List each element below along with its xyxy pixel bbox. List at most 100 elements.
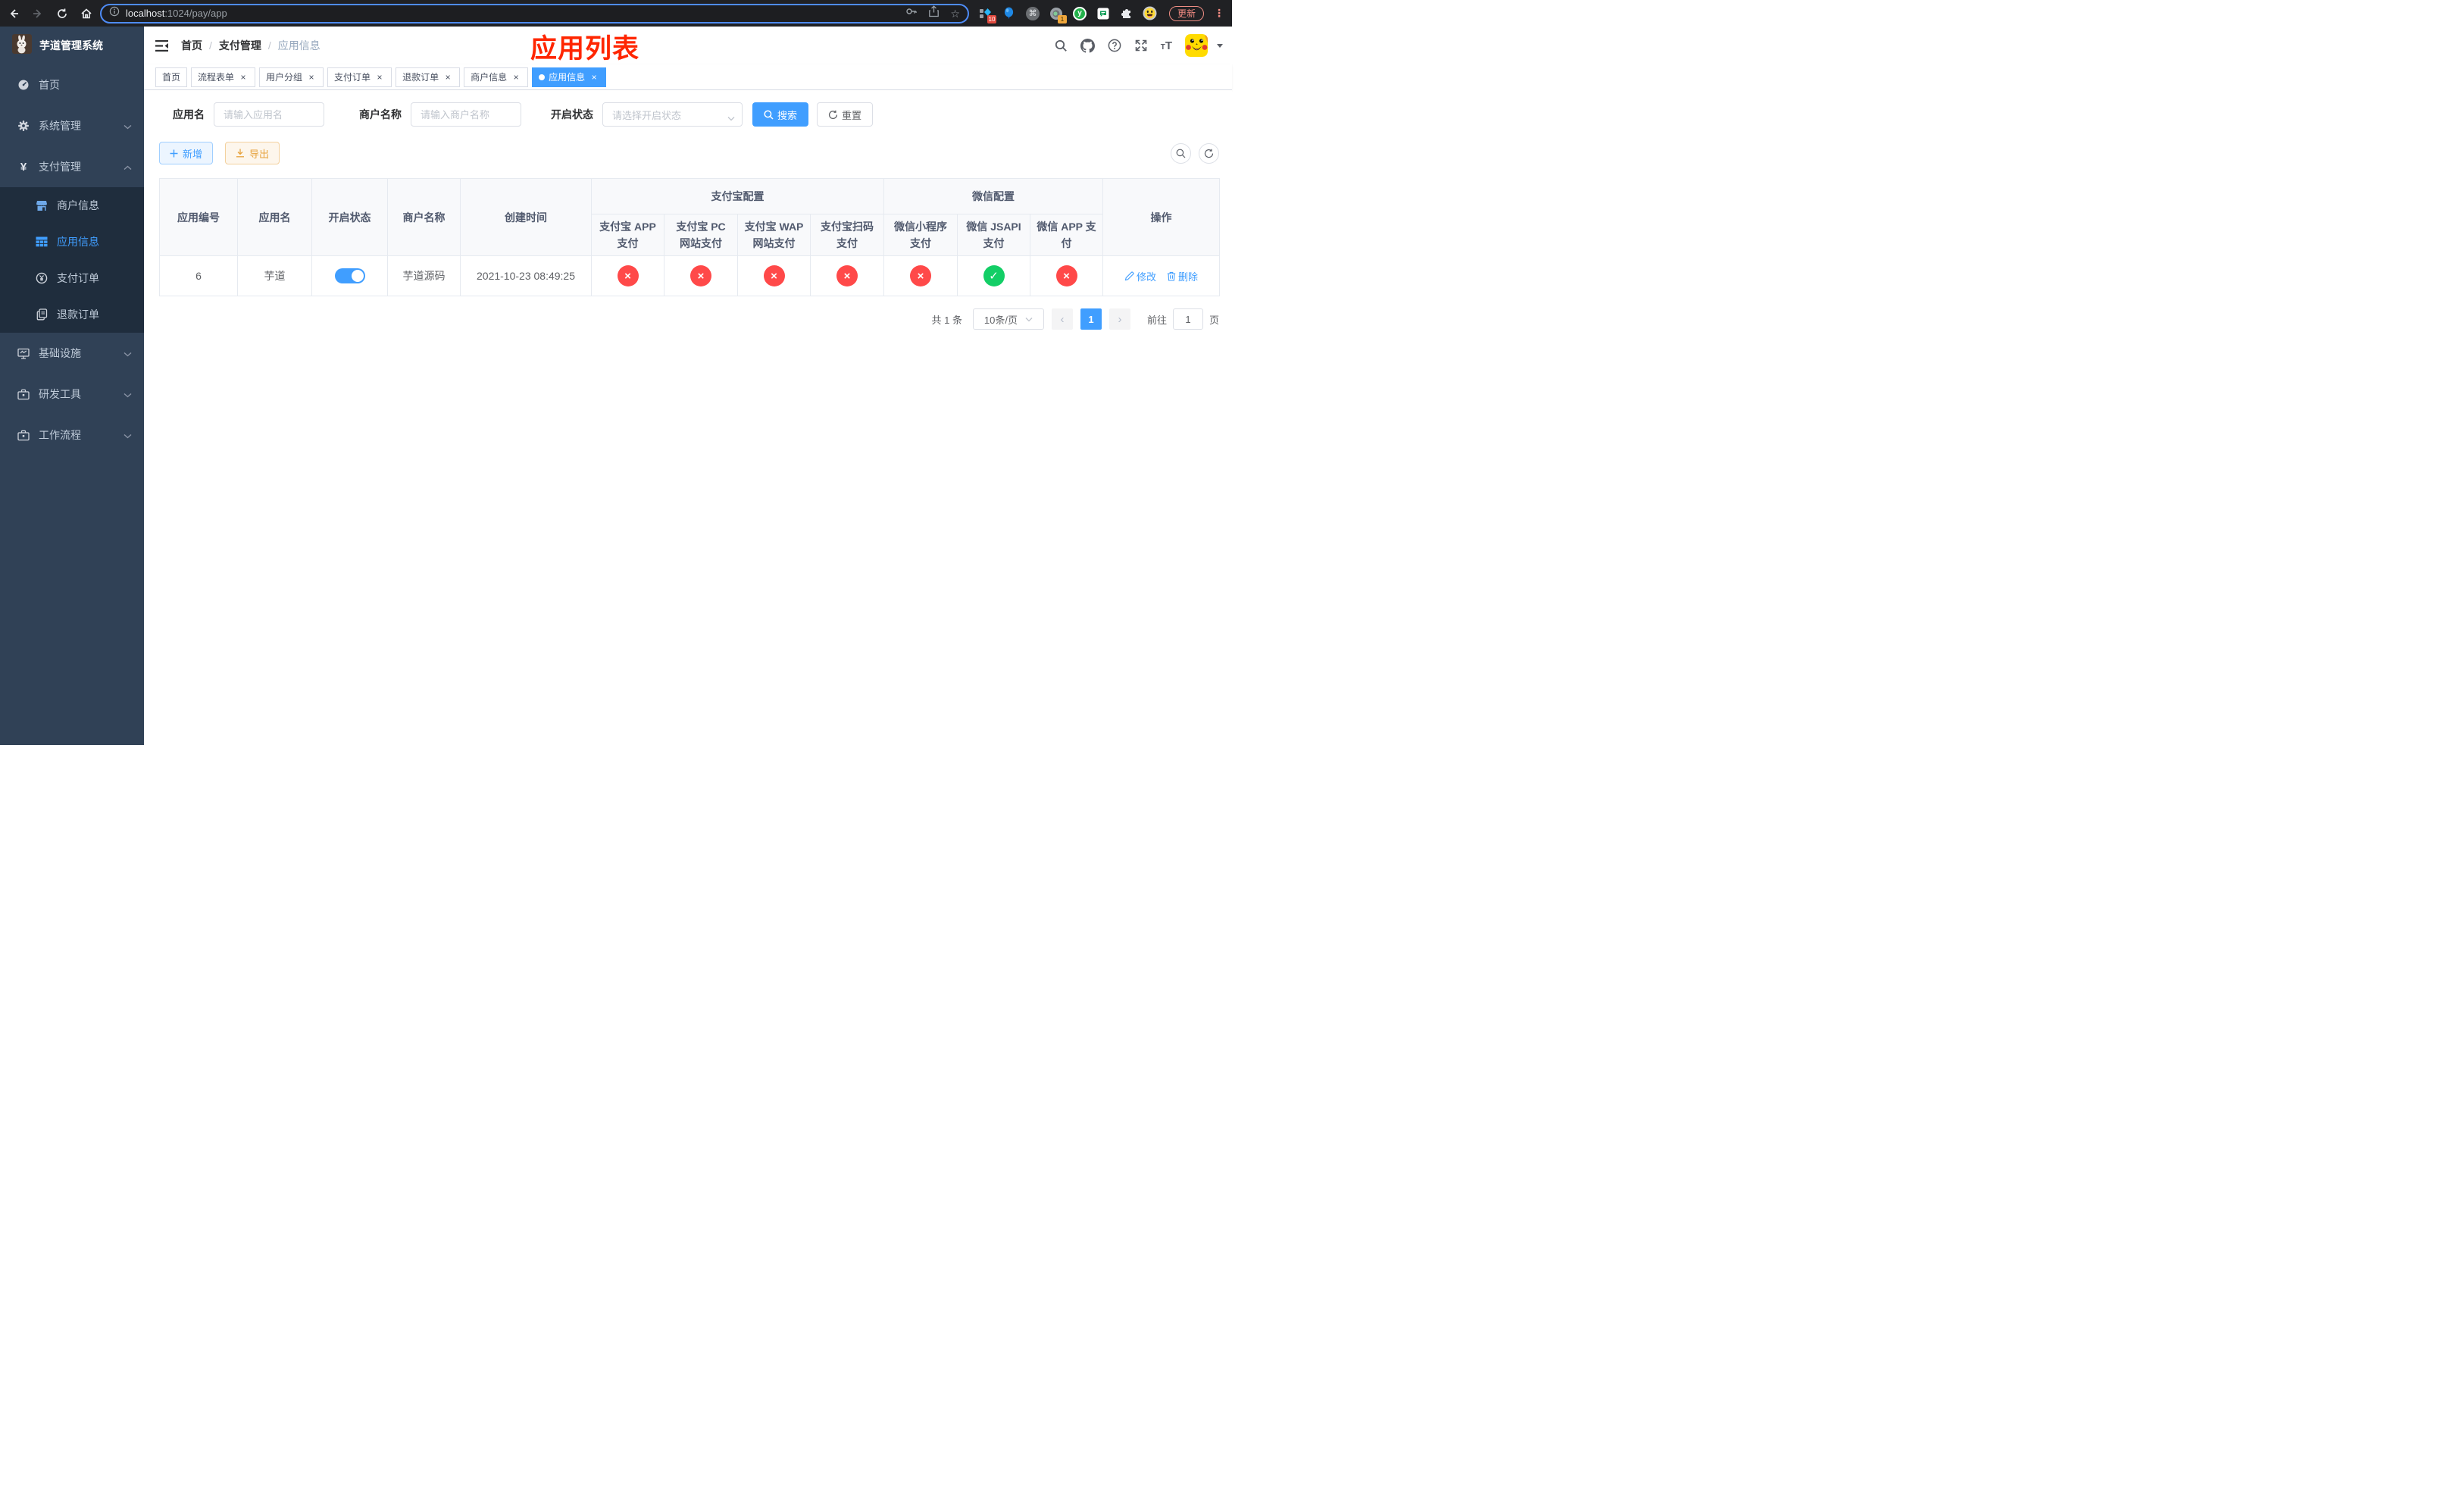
chevron-down-icon: [727, 112, 735, 124]
status-dot: ×: [836, 265, 858, 286]
main-content: 应用名 商户名称 开启状态 请选择开启状态 搜索 重置: [144, 90, 1232, 745]
table-row: 6 芋道 芋道源码 2021-10-23 08:49:25 × × × × × …: [159, 255, 1221, 296]
sidebar-item-refund-order[interactable]: 退款订单: [0, 296, 144, 333]
sidebar-item-pay-order[interactable]: 支付订单: [0, 260, 144, 296]
tab-process-form[interactable]: 流程表单 ×: [191, 67, 256, 87]
sidebar-item-system[interactable]: 系统管理: [0, 105, 144, 146]
tab-merchant-info[interactable]: 商户信息 ×: [464, 67, 529, 87]
extension-y-icon[interactable]: y: [1072, 6, 1087, 21]
avatar[interactable]: [1185, 34, 1208, 57]
toolbox-icon: [15, 430, 32, 441]
tab-refund-order[interactable]: 退款订单 ×: [396, 67, 461, 87]
merchant-name-input[interactable]: [411, 102, 521, 127]
tab-user-group[interactable]: 用户分组 ×: [259, 67, 324, 87]
sidebar-item-pay[interactable]: ¥ 支付管理: [0, 146, 144, 187]
chevron-down-icon: [124, 388, 132, 400]
tab-close-icon[interactable]: ×: [589, 72, 599, 83]
breadcrumb-home[interactable]: 首页: [181, 38, 202, 53]
tab-app-info[interactable]: 应用信息 ×: [532, 67, 607, 87]
tab-close-icon[interactable]: ×: [511, 72, 521, 83]
prev-page-button[interactable]: ‹: [1051, 308, 1073, 330]
tab-pay-order[interactable]: 支付订单 ×: [327, 67, 392, 87]
next-page-button[interactable]: ›: [1108, 308, 1130, 330]
sidebar-item-app-info[interactable]: 应用信息: [0, 224, 144, 260]
edit-button[interactable]: 修改: [1124, 269, 1156, 283]
cell-merchant: 芋道源码: [387, 255, 461, 296]
active-tab-dot: [539, 74, 546, 80]
col-app-name: 应用名: [237, 178, 312, 256]
breadcrumb: 首页 / 支付管理 / 应用信息: [181, 38, 321, 53]
cell-app-name: 芋道: [237, 255, 312, 296]
share-icon[interactable]: [928, 5, 940, 21]
sidebar-item-home[interactable]: 首页: [0, 64, 144, 105]
goto-page-input[interactable]: [1172, 308, 1203, 330]
browser-home-icon[interactable]: [80, 8, 92, 20]
tab-close-icon[interactable]: ×: [442, 72, 453, 83]
col-wechat-jsapi: 微信 JSAPI 支付: [957, 214, 1030, 256]
search-button[interactable]: 搜索: [752, 102, 809, 127]
extension-balloon-icon[interactable]: [1002, 6, 1017, 21]
sidebar-item-label: 首页: [39, 79, 60, 91]
status-dot: ×: [690, 265, 711, 286]
browser-reload-icon[interactable]: [56, 8, 68, 20]
extension-recorder-icon[interactable]: 1: [1049, 6, 1067, 23]
github-icon[interactable]: [1080, 38, 1095, 53]
tab-close-icon[interactable]: ×: [306, 72, 317, 83]
page-1-button[interactable]: 1: [1080, 308, 1102, 330]
avatar-caret-icon[interactable]: [1217, 43, 1223, 48]
chevron-down-icon: [1025, 317, 1033, 321]
tags-view-bar: 首页 流程表单 × 用户分组 × 支付订单 × 退款订单 × 商户信息 × 应用信息 ×: [144, 64, 1232, 90]
help-icon[interactable]: [1108, 39, 1121, 52]
sidebar-item-workflow[interactable]: 工作流程: [0, 415, 144, 455]
add-button[interactable]: 新增: [159, 142, 214, 164]
sidebar-item-merchant-info[interactable]: 商户信息: [0, 187, 144, 224]
url-bar[interactable]: localhost:1024/pay/app ☆: [100, 3, 969, 23]
app-name-input[interactable]: [214, 102, 324, 127]
profile-emoji-icon[interactable]: [1143, 6, 1158, 21]
browser-back-icon[interactable]: [8, 8, 20, 20]
search-form: 应用名 商户名称 开启状态 请选择开启状态 搜索 重置: [173, 102, 1219, 127]
fullscreen-icon[interactable]: [1134, 39, 1148, 52]
gear-icon: [15, 120, 32, 132]
coin-yuan-icon: [33, 272, 50, 284]
breadcrumb-pay[interactable]: 支付管理: [219, 38, 261, 53]
font-size-icon[interactable]: TT: [1161, 40, 1172, 52]
col-alipay-app: 支付宝 APP 支付: [591, 214, 664, 256]
sidebar-collapse-icon[interactable]: [155, 39, 169, 52]
status-select[interactable]: 请选择开启状态: [602, 102, 743, 127]
tab-home[interactable]: 首页: [155, 67, 188, 87]
refresh-table-button[interactable]: [1199, 142, 1219, 164]
extensions-puzzle-icon[interactable]: [1119, 6, 1134, 21]
sidebar: 芋道管理系统 首页 系统管理 ¥ 支付管理 商户信息 应用信息 支付订单 退款订…: [0, 27, 144, 745]
sidebar-item-label: 商户信息: [57, 199, 99, 211]
browser-menu-icon[interactable]: ⋮: [1214, 7, 1224, 20]
delete-button[interactable]: 删除: [1167, 269, 1198, 283]
tab-close-icon[interactable]: ×: [374, 72, 385, 83]
sidebar-item-infra[interactable]: 基础设施: [0, 333, 144, 374]
page-annotation: 应用列表: [530, 34, 640, 64]
browser-forward-icon[interactable]: [32, 8, 44, 20]
extension-command-icon[interactable]: ⌘: [1025, 6, 1040, 21]
chevron-down-icon: [124, 429, 132, 441]
header-search-icon[interactable]: [1055, 39, 1068, 52]
password-key-icon[interactable]: [905, 5, 918, 21]
sidebar-item-dev-tools[interactable]: 研发工具: [0, 374, 144, 415]
export-button[interactable]: 导出: [225, 142, 280, 164]
col-actions: 操作: [1102, 178, 1221, 256]
toggle-search-button[interactable]: [1171, 142, 1191, 164]
reset-button[interactable]: 重置: [817, 102, 874, 127]
cell-app-id: 6: [159, 255, 238, 296]
bookmark-star-icon[interactable]: ☆: [950, 8, 960, 19]
sidebar-item-label: 退款订单: [57, 308, 99, 321]
page-size-select[interactable]: 10条/页: [972, 308, 1044, 330]
enabled-toggle[interactable]: [334, 268, 365, 283]
sidebar-logo[interactable]: 芋道管理系统: [0, 27, 144, 64]
site-info-icon[interactable]: [109, 6, 120, 20]
tab-close-icon[interactable]: ×: [238, 72, 249, 83]
dashboard-icon: [15, 79, 32, 91]
extension-chat-icon[interactable]: [1096, 6, 1111, 21]
extension-diamond-icon[interactable]: 10: [978, 6, 996, 23]
cell-created: 2021-10-23 08:49:25: [460, 255, 592, 296]
browser-update-button[interactable]: 更新: [1168, 5, 1204, 21]
status-dot: ×: [617, 265, 639, 286]
